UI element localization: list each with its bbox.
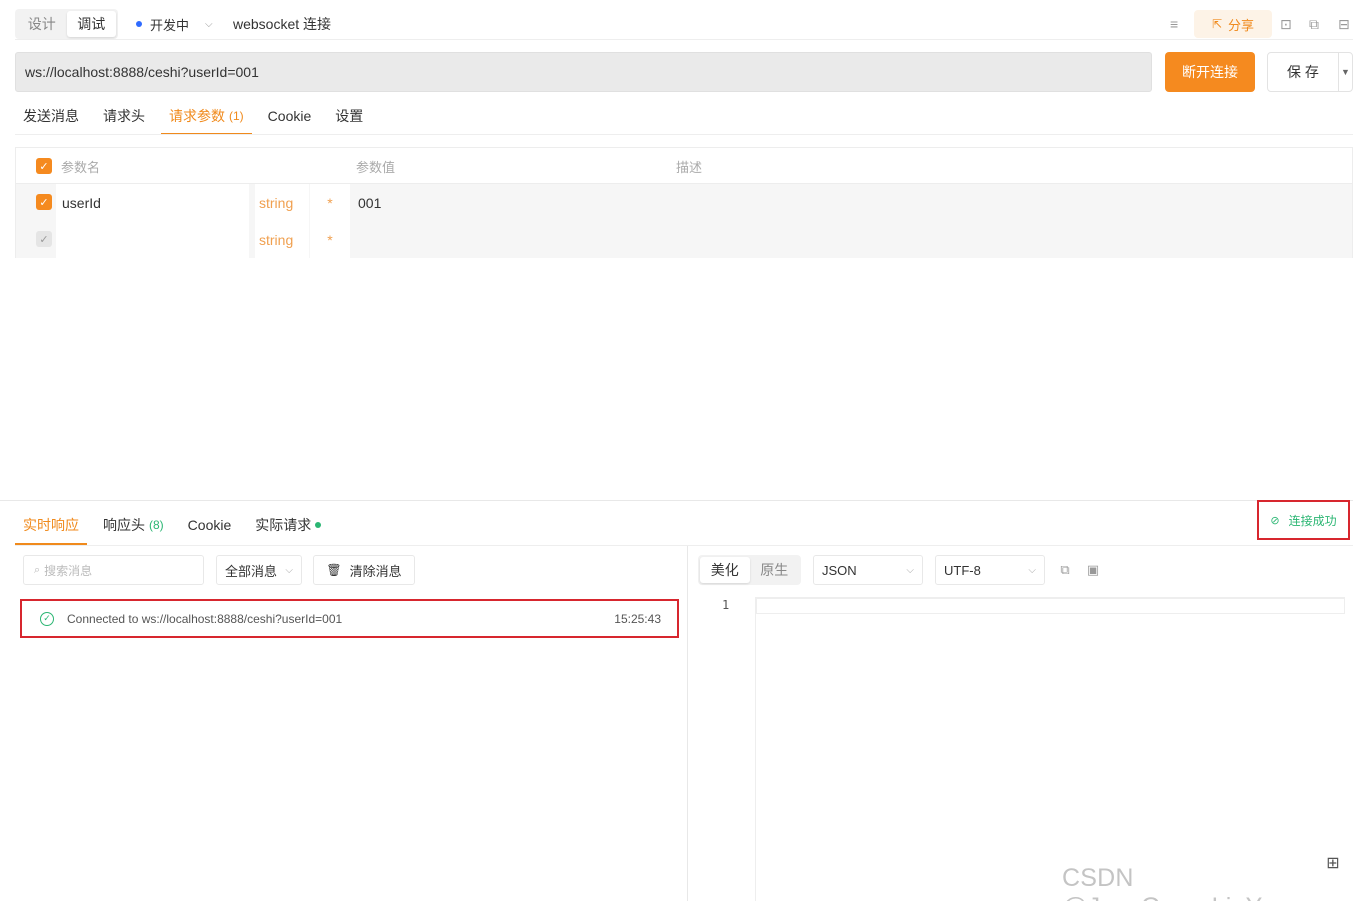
divider (15, 545, 1353, 546)
col-header-value: 参数值 (356, 159, 396, 175)
tab-label: 请求参数 (169, 108, 225, 124)
row-checkbox[interactable]: ✓ (36, 231, 52, 247)
share-icon: ⇱ (1211, 17, 1223, 31)
line-number: 1 (722, 598, 730, 612)
tab-settings[interactable]: 设置 (327, 97, 371, 135)
row-checkbox[interactable]: ✓ (36, 194, 52, 210)
response-tabs: 实时响应 响应头 (8) Cookie 实际请求 (15, 505, 329, 545)
pane-splitter[interactable] (0, 500, 1353, 501)
tab-label: 设置 (335, 108, 364, 124)
status-dot (136, 21, 142, 27)
language-select[interactable]: JSON ⌵ (813, 555, 923, 585)
table-row: ✓ string * (16, 221, 1352, 258)
encoding-select[interactable]: UTF-8 ⌵ (935, 555, 1045, 585)
clear-label: 清除消息 (349, 563, 402, 579)
tab-send-message[interactable]: 发送消息 (15, 97, 87, 135)
trash-icon: 🗑 (326, 563, 342, 577)
clear-messages-button[interactable]: 🗑 清除消息 (313, 555, 415, 585)
required-toggle[interactable]: * (310, 221, 350, 258)
param-type-select[interactable]: string (255, 221, 309, 258)
param-type-select[interactable]: string (255, 184, 309, 221)
tab-cookie[interactable]: Cookie (260, 97, 320, 135)
chevron-down-icon: ⌵ (1028, 564, 1036, 576)
tab-count: (1) (229, 109, 244, 123)
status-dropdown[interactable]: 开发中 ⌵ (136, 9, 213, 39)
format-switch: 美化 原生 (698, 555, 801, 585)
tab-response-headers[interactable]: 响应头 (8) (95, 505, 172, 545)
archive-icon[interactable]: ⊟ (1338, 10, 1350, 38)
message-text: Connected to ws://localhost:8888/ceshi?u… (67, 611, 343, 626)
search-icon: ⌕ (34, 563, 41, 576)
encoding-value: UTF-8 (944, 562, 981, 578)
tab-request-params[interactable]: 请求参数 (1) (161, 97, 252, 135)
check-circle-icon: ✓ (40, 611, 54, 626)
divider (15, 39, 1353, 40)
tab-realtime-response[interactable]: 实时响应 (15, 505, 87, 545)
current-line-highlight (756, 598, 1345, 614)
tab-label: 响应头 (103, 517, 145, 533)
tab-label: Cookie (187, 517, 232, 533)
list-item[interactable]: ✓ Connected to ws://localhost:8888/ceshi… (20, 599, 679, 638)
link-icon: ⊘ (1270, 514, 1280, 527)
watermark: CSDN @JavaGuru_LiuYu (1062, 864, 1275, 901)
disconnect-button[interactable]: 断开连接 (1165, 52, 1255, 92)
filter-value: 全部消息 (225, 563, 278, 579)
param-name-input[interactable] (56, 221, 249, 258)
lock-icon[interactable]: ⊡ (1280, 10, 1292, 38)
copy-icon[interactable]: ⧉ (1309, 10, 1319, 38)
col-header-name: 参数名 (61, 159, 101, 175)
tab-count: (8) (149, 518, 164, 532)
tab-label: 发送消息 (23, 108, 79, 124)
tab-request-headers[interactable]: 请求头 (95, 97, 153, 135)
message-filter-select[interactable]: 全部消息 ⌵ (216, 555, 302, 585)
language-value: JSON (822, 562, 857, 578)
request-tabs: 发送消息 请求头 请求参数 (1) Cookie 设置 (15, 97, 371, 135)
tab-label: 请求头 (103, 108, 145, 124)
divider (15, 134, 1353, 135)
params-table: ✓ 参数名 参数值 描述 ✓ userId string * 001 ✓ str… (15, 147, 1353, 258)
format-tab-pretty[interactable]: 美化 (700, 557, 750, 583)
pane-splitter[interactable] (687, 546, 688, 901)
mode-tab-design[interactable]: 设计 (17, 11, 67, 37)
chevron-down-icon: ⌵ (906, 564, 914, 576)
mode-switch: 设计 调试 (15, 9, 118, 39)
select-all-checkbox[interactable]: ✓ (36, 158, 52, 174)
table-header: ✓ 参数名 参数值 描述 (16, 148, 1352, 184)
save-label: 保 存 (1287, 64, 1319, 80)
copy-icon[interactable]: ⧉ (1055, 560, 1075, 580)
endpoint-title[interactable]: websocket 连接 (233, 9, 331, 39)
tab-label: 实际请求 (255, 517, 312, 533)
table-row: ✓ userId string * 001 (16, 184, 1352, 221)
connection-status: ⊘ 连接成功 (1257, 500, 1350, 540)
tab-label: Cookie (267, 108, 312, 124)
status-label: 开发中 (150, 17, 190, 33)
search-placeholder: 搜索消息 (44, 563, 93, 578)
status-dot (315, 522, 322, 528)
share-label: 分享 (1228, 17, 1255, 33)
tab-label: 实时响应 (23, 517, 79, 533)
save-icon[interactable]: ▣ (1083, 560, 1103, 580)
tab-actual-request[interactable]: 实际请求 (247, 505, 329, 545)
connection-status-label: 连接成功 (1288, 513, 1337, 528)
required-toggle[interactable]: * (310, 184, 350, 221)
search-input[interactable]: ⌕ 搜索消息 (23, 555, 204, 585)
mode-tab-debug[interactable]: 调试 (66, 11, 116, 37)
share-button[interactable]: ⇱ 分享 (1194, 10, 1272, 38)
param-name-input[interactable]: userId (56, 184, 249, 221)
format-tab-raw[interactable]: 原生 (750, 557, 800, 583)
col-header-desc: 描述 (676, 159, 703, 175)
edit-icon[interactable]: ≡ (1170, 10, 1178, 38)
message-time: 15:25:43 (614, 611, 661, 626)
chevron-down-icon: ⌵ (285, 564, 293, 576)
tab-response-cookie[interactable]: Cookie (180, 505, 240, 545)
chevron-down-icon[interactable]: ▼ (1338, 53, 1352, 91)
save-button[interactable]: 保 存 ▼ (1267, 52, 1353, 92)
chevron-down-icon: ⌵ (205, 18, 213, 30)
url-input[interactable]: ws://localhost:8888/ceshi?userId=001 (15, 52, 1152, 92)
response-editor[interactable] (755, 597, 1345, 901)
param-value-input[interactable]: 001 (358, 184, 381, 221)
